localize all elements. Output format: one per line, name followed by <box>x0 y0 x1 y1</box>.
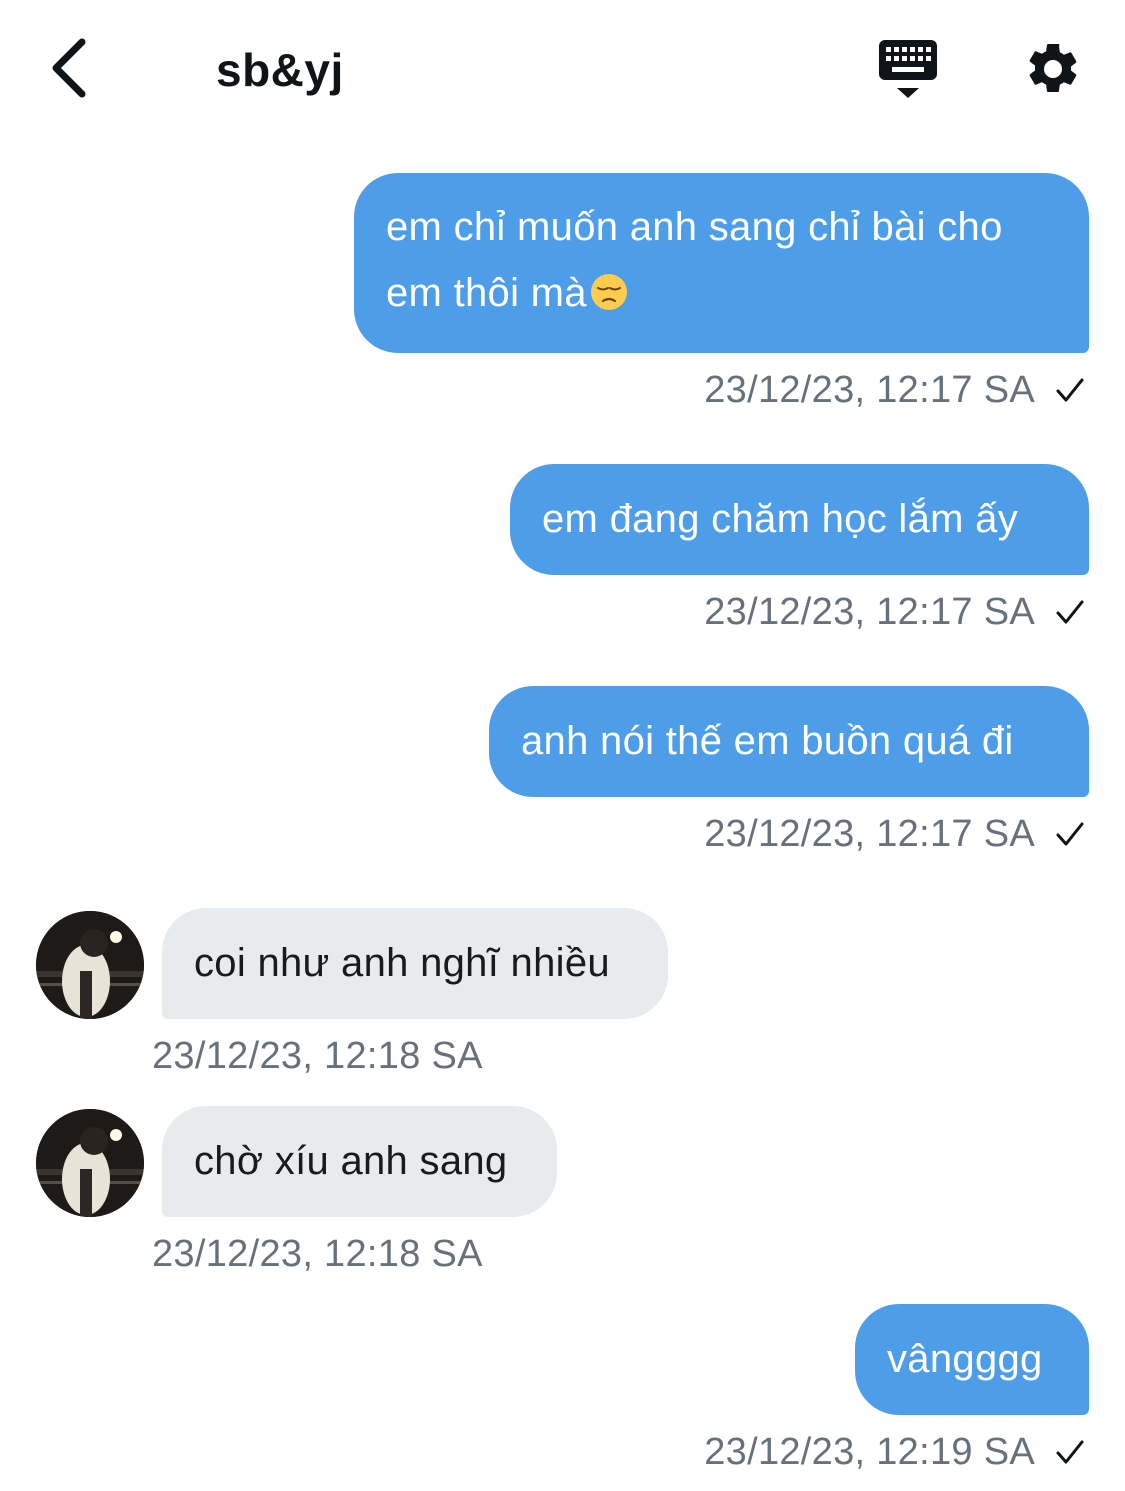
message-bubble-sent[interactable]: em đang chăm học lắm ấy <box>510 464 1089 575</box>
check-icon <box>1053 817 1087 851</box>
message-meta: 23/12/23, 12:17 SA <box>704 810 1087 858</box>
message-text-line: em thôi mà <box>386 260 1057 326</box>
chat-header: sb&yj <box>0 0 1125 140</box>
message-bubble-sent[interactable]: em chỉ muốn anh sang chỉ bài cho em thôi… <box>354 173 1089 353</box>
message-text: em đang chăm học lắm ấy <box>542 497 1019 541</box>
check-icon <box>1053 595 1087 629</box>
conversation-title: sb&yj <box>216 44 344 96</box>
avatar[interactable] <box>36 1109 144 1217</box>
message-text-line: em chỉ muốn anh sang chỉ bài cho <box>386 205 1003 249</box>
message-text: vângggg <box>887 1337 1043 1381</box>
message-timestamp: 23/12/23, 12:17 SA <box>704 591 1035 633</box>
message-bubble-received[interactable]: chờ xíu anh sang <box>162 1106 557 1217</box>
chevron-left-icon <box>52 38 86 98</box>
message-meta: 23/12/23, 12:17 SA <box>704 366 1087 414</box>
message-bubble-received[interactable]: coi như anh nghĩ nhiều <box>162 908 668 1019</box>
message-meta: 23/12/23, 12:17 SA <box>704 588 1087 636</box>
keyboard-icon <box>879 40 937 98</box>
message-timestamp: 23/12/23, 12:19 SA <box>704 1431 1035 1473</box>
avatar[interactable] <box>36 911 144 1019</box>
message-timestamp: 23/12/23, 12:17 SA <box>704 369 1035 411</box>
check-icon <box>1053 373 1087 407</box>
check-icon <box>1053 1435 1087 1469</box>
message-meta: 23/12/23, 12:19 SA <box>704 1428 1087 1476</box>
avatar-photo <box>36 911 144 1019</box>
avatar-photo <box>36 1109 144 1217</box>
keyboard-shortcuts-button[interactable] <box>872 36 944 104</box>
message-bubble-sent[interactable]: anh nói thế em buồn quá đi <box>489 686 1089 797</box>
message-bubble-sent[interactable]: vângggg <box>855 1304 1089 1415</box>
message-text: coi như anh nghĩ nhiều <box>194 941 610 985</box>
message-timestamp: 23/12/23, 12:18 SA <box>152 1233 483 1275</box>
gear-icon <box>1029 43 1077 92</box>
pensive-face-icon <box>590 274 627 310</box>
message-timestamp: 23/12/23, 12:17 SA <box>704 813 1035 855</box>
message-timestamp: 23/12/23, 12:18 SA <box>152 1035 483 1077</box>
back-button[interactable] <box>38 32 98 104</box>
message-text: chờ xíu anh sang <box>194 1139 508 1183</box>
settings-button[interactable] <box>1020 36 1086 102</box>
message-text: anh nói thế em buồn quá đi <box>521 719 1014 763</box>
